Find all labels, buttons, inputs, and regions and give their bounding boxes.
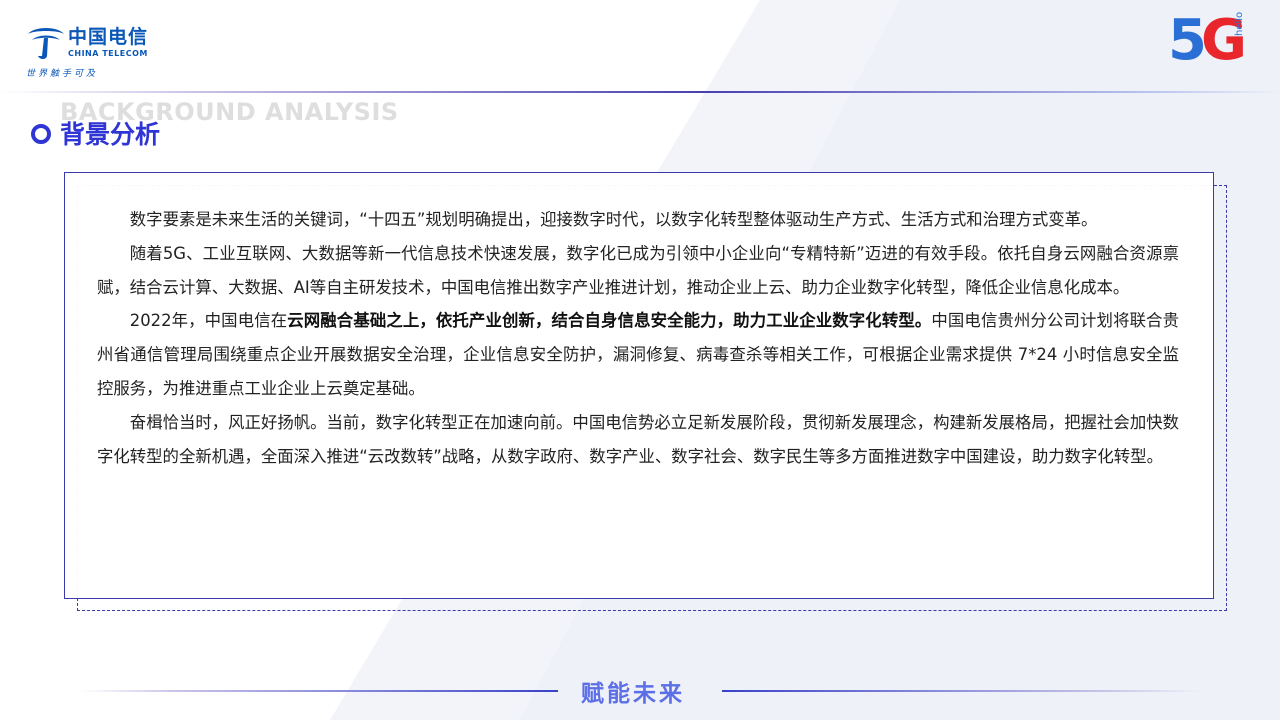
logo-slogan: 世界触手可及 xyxy=(26,69,99,79)
paragraph-3: 2022年，中国电信在云网融合基础之上，依托产业创新，结合自身信息安全能力，助力… xyxy=(97,304,1179,405)
paragraph-4: 奋楫恰当时，风正好扬帆。当前，数字化转型正在加速向前。中国电信势必立足新发展阶段… xyxy=(97,412,1179,466)
paragraph-3-lead: 2022年，中国电信在 xyxy=(129,311,288,331)
footer-tagline: 赋能未来 xyxy=(581,681,685,707)
ring-bullet-icon xyxy=(31,124,51,144)
paragraph-2: 随着5G、工业互联网、大数据等新一代信息技术快速发展，数字化已成为引领中小企业向… xyxy=(97,243,1179,297)
footer: 赋能未来 xyxy=(0,672,1280,712)
badge-5g-text: 5G xyxy=(1168,8,1247,73)
section-title-cn: 背景分析 xyxy=(60,120,161,149)
header-divider xyxy=(0,91,1280,93)
5g-hello-logo-icon: 5G hello xyxy=(1168,8,1260,84)
paragraph-1: 数字要素是未来生活的关键词，“十四五”规划明确提出，迎接数字时代，以数字化转型整… xyxy=(129,210,1098,229)
badge-hello-label: hello xyxy=(1234,11,1245,36)
logo-name-cn: 中国电信 xyxy=(68,26,149,48)
badge-5g-label: 5G xyxy=(1168,8,1247,73)
footer-line-right xyxy=(722,690,1200,692)
paragraph-3-emphasis: 云网融合基础之上，依托产业创新，结合自身信息安全能力，助力工业企业数字化转型。 xyxy=(287,311,932,331)
china-telecom-logo: 中国电信 CHINA TELECOM 世界触手可及 xyxy=(24,20,154,82)
china-telecom-logo-icon xyxy=(28,28,64,59)
footer-line-left xyxy=(80,690,558,692)
logo-name-en: CHINA TELECOM xyxy=(68,49,148,58)
content-body: 数字要素是未来生活的关键词，“十四五”规划明确提出，迎接数字时代，以数字化转型整… xyxy=(97,203,1179,473)
